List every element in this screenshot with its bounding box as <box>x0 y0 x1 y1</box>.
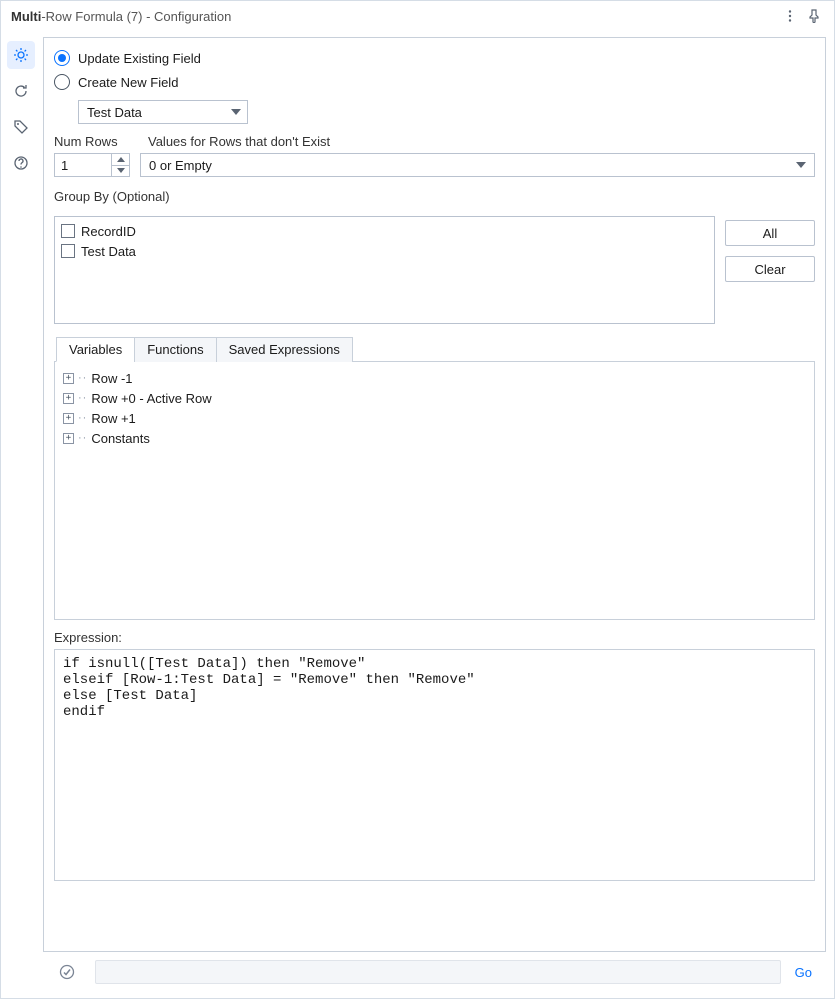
chevron-up-icon <box>117 157 125 162</box>
null-values-value: 0 or Empty <box>149 158 212 173</box>
group-by-label: Group By (Optional) <box>54 189 815 204</box>
radio-create-new[interactable] <box>54 74 70 90</box>
tree-item[interactable]: +··Row -1 <box>63 368 806 388</box>
expand-icon[interactable]: + <box>63 373 74 384</box>
tree-item[interactable]: +··Row +1 <box>63 408 806 428</box>
null-values-label: Values for Rows that don't Exist <box>148 134 330 149</box>
tree-item[interactable]: +··Constants <box>63 428 806 448</box>
chevron-down-icon <box>117 168 125 173</box>
expand-icon[interactable]: + <box>63 433 74 444</box>
expand-icon[interactable]: + <box>63 413 74 424</box>
num-rows-spinner[interactable]: 1 <box>54 153 130 177</box>
variables-tree[interactable]: +··Row -1 +··Row +0 - Active Row +··Row … <box>54 362 815 620</box>
config-panel: Update Existing Field Create New Field T… <box>43 37 826 952</box>
expression-editor[interactable]: if isnull([Test Data]) then "Remove" els… <box>54 649 815 881</box>
expand-icon[interactable]: + <box>63 393 74 404</box>
titlebar: Multi -Row Formula (7) - Configuration <box>1 1 834 31</box>
group-by-item[interactable]: Test Data <box>61 241 708 261</box>
pin-icon[interactable] <box>802 4 826 28</box>
group-by-item-label: Test Data <box>81 244 136 259</box>
go-button[interactable]: Go <box>789 965 818 980</box>
radio-update-existing[interactable] <box>54 50 70 66</box>
chevron-down-icon <box>231 109 241 115</box>
footer: Go <box>43 952 826 992</box>
field-select[interactable]: Test Data <box>78 100 248 124</box>
expression-label: Expression: <box>54 630 815 645</box>
field-select-value: Test Data <box>87 105 142 120</box>
tree-item[interactable]: +··Row +0 - Active Row <box>63 388 806 408</box>
status-bar <box>95 960 781 984</box>
chevron-down-icon <box>796 162 806 168</box>
num-rows-label: Num Rows <box>54 134 130 149</box>
title-main: Multi <box>11 9 41 24</box>
select-all-button[interactable]: All <box>725 220 815 246</box>
spinner-up-button[interactable] <box>112 154 129 166</box>
gear-icon[interactable] <box>7 41 35 69</box>
tag-icon[interactable] <box>7 113 35 141</box>
help-icon[interactable] <box>7 149 35 177</box>
radio-update-label: Update Existing Field <box>78 51 201 66</box>
config-window: Multi -Row Formula (7) - Configuration <box>0 0 835 999</box>
group-by-item-label: RecordID <box>81 224 136 239</box>
checkbox[interactable] <box>61 244 75 258</box>
group-by-item[interactable]: RecordID <box>61 221 708 241</box>
tab-saved-expressions[interactable]: Saved Expressions <box>216 337 353 362</box>
checkbox[interactable] <box>61 224 75 238</box>
tab-variables[interactable]: Variables <box>56 337 135 362</box>
status-ok-icon <box>47 964 87 980</box>
num-rows-value: 1 <box>55 154 111 176</box>
title-rest: -Row Formula (7) - Configuration <box>41 9 231 24</box>
radio-create-label: Create New Field <box>78 75 178 90</box>
null-values-select[interactable]: 0 or Empty <box>140 153 815 177</box>
clear-button[interactable]: Clear <box>725 256 815 282</box>
side-rail <box>1 31 41 998</box>
tabs: Variables Functions Saved Expressions <box>54 336 815 362</box>
spinner-down-button[interactable] <box>112 166 129 177</box>
kebab-menu-icon[interactable] <box>778 4 802 28</box>
refresh-icon[interactable] <box>7 77 35 105</box>
tab-functions[interactable]: Functions <box>134 337 216 362</box>
group-by-list[interactable]: RecordID Test Data <box>54 216 715 324</box>
